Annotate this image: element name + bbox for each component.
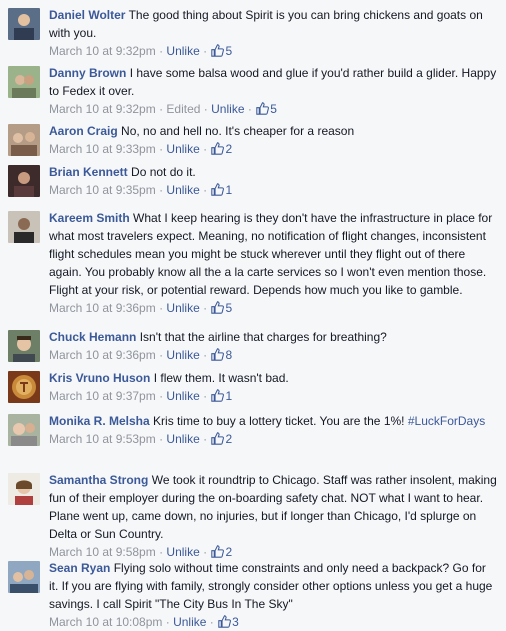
like-count[interactable]: 1 <box>210 183 232 197</box>
separator: · <box>159 348 164 362</box>
comment-meta: March 10 at 9:36pm · Unlike · 5 <box>49 299 498 317</box>
timestamp[interactable]: March 10 at 9:58pm <box>49 545 156 559</box>
like-count[interactable]: 1 <box>210 389 232 403</box>
timestamp[interactable]: March 10 at 10:08pm <box>49 615 162 629</box>
separator: · <box>203 142 208 156</box>
avatar[interactable] <box>8 561 40 593</box>
comment-text: I flew them. It wasn't bad. <box>153 371 289 385</box>
comment-text: Isn't that the airline that charges for … <box>139 330 387 344</box>
comment-meta: March 10 at 9:37pm · Unlike · 1 <box>49 387 498 405</box>
unlike-link[interactable]: Unlike <box>166 545 199 559</box>
timestamp[interactable]: March 10 at 9:53pm <box>49 432 156 446</box>
unlike-link[interactable]: Unlike <box>173 615 206 629</box>
separator: · <box>203 545 208 559</box>
unlike-link[interactable]: Unlike <box>166 432 199 446</box>
thumbs-up-icon <box>256 102 270 115</box>
comment-text: No, no and hell no. It's cheaper for a r… <box>121 124 355 138</box>
avatar[interactable] <box>8 66 40 98</box>
avatar[interactable] <box>8 473 40 505</box>
timestamp[interactable]: March 10 at 9:35pm <box>49 183 156 197</box>
separator: · <box>159 183 164 197</box>
separator: · <box>159 142 164 156</box>
hashtag-link[interactable]: #LuckForDays <box>408 414 485 428</box>
avatar[interactable] <box>8 371 40 403</box>
like-count[interactable]: 5 <box>255 102 277 116</box>
separator: · <box>209 615 214 629</box>
thumbs-up-icon <box>211 44 225 57</box>
commenter-name[interactable]: Chuck Hemann <box>49 330 136 344</box>
avatar[interactable] <box>8 330 40 362</box>
comment-meta: March 10 at 9:33pm · Unlike · 2 <box>49 140 498 158</box>
like-count[interactable]: 2 <box>210 142 232 156</box>
like-count[interactable]: 8 <box>210 348 232 362</box>
unlike-link[interactable]: Unlike <box>166 348 199 362</box>
separator: · <box>203 102 208 116</box>
timestamp[interactable]: March 10 at 9:36pm <box>49 348 156 362</box>
separator: · <box>159 301 164 315</box>
timestamp[interactable]: March 10 at 9:36pm <box>49 301 156 315</box>
separator: · <box>159 102 164 116</box>
thumbs-up-icon <box>218 615 232 628</box>
commenter-name[interactable]: Brian Kennett <box>49 165 128 179</box>
commenter-name[interactable]: Daniel Wolter <box>49 8 125 22</box>
thumbs-up-icon <box>211 389 225 402</box>
separator: · <box>203 183 208 197</box>
separator: · <box>203 432 208 446</box>
separator: · <box>203 44 208 58</box>
separator: · <box>159 389 164 403</box>
commenter-name[interactable]: Monika R. Melsha <box>49 414 150 428</box>
unlike-link[interactable]: Unlike <box>166 301 199 315</box>
comment-text: Kris time to buy a lottery ticket. You a… <box>153 414 405 428</box>
avatar[interactable] <box>8 414 40 446</box>
separator: · <box>247 102 252 116</box>
avatar[interactable] <box>8 211 40 243</box>
commenter-name[interactable]: Danny Brown <box>49 66 126 80</box>
comment-meta: March 10 at 9:53pm · Unlike · 2 <box>49 430 498 448</box>
unlike-link[interactable]: Unlike <box>211 102 244 116</box>
comment-meta: March 10 at 9:36pm · Unlike · 8 <box>49 346 498 364</box>
separator: · <box>159 545 164 559</box>
separator: · <box>159 432 164 446</box>
thumbs-up-icon <box>211 142 225 155</box>
separator: · <box>203 348 208 362</box>
like-count[interactable]: 2 <box>210 545 232 559</box>
timestamp[interactable]: March 10 at 9:37pm <box>49 389 156 403</box>
separator: · <box>165 615 170 629</box>
unlike-link[interactable]: Unlike <box>166 44 199 58</box>
like-count[interactable]: 2 <box>210 432 232 446</box>
separator: · <box>159 44 164 58</box>
commenter-name[interactable]: Samantha Strong <box>49 473 148 487</box>
thumbs-up-icon <box>211 432 225 445</box>
like-count[interactable]: 5 <box>210 44 232 58</box>
commenter-name[interactable]: Kris Vruno Huson <box>49 371 150 385</box>
commenter-name[interactable]: Kareem Smith <box>49 211 130 225</box>
commenter-name[interactable]: Aaron Craig <box>49 124 118 138</box>
comment-meta: March 10 at 9:32pm · Edited · Unlike · 5 <box>49 100 498 118</box>
comment-meta: March 10 at 9:32pm · Unlike · 5 <box>49 42 498 60</box>
thumbs-up-icon <box>211 301 225 314</box>
avatar[interactable] <box>8 124 40 156</box>
like-count[interactable]: 3 <box>217 615 239 629</box>
timestamp[interactable]: March 10 at 9:33pm <box>49 142 156 156</box>
comment-meta: March 10 at 9:35pm · Unlike · 1 <box>49 181 498 199</box>
thumbs-up-icon <box>211 183 225 196</box>
thumbs-up-icon <box>211 545 225 558</box>
edited-label[interactable]: Edited <box>166 102 200 116</box>
commenter-name[interactable]: Sean Ryan <box>49 561 110 575</box>
timestamp[interactable]: March 10 at 9:32pm <box>49 102 156 116</box>
comment-text: Do not do it. <box>131 165 196 179</box>
separator: · <box>203 301 208 315</box>
timestamp[interactable]: March 10 at 9:32pm <box>49 44 156 58</box>
unlike-link[interactable]: Unlike <box>166 389 199 403</box>
avatar[interactable] <box>8 165 40 197</box>
avatar[interactable] <box>8 8 40 40</box>
thumbs-up-icon <box>211 348 225 361</box>
separator: · <box>203 389 208 403</box>
comment-text: Flying solo without time constraints and… <box>49 561 493 611</box>
like-count[interactable]: 5 <box>210 301 232 315</box>
unlike-link[interactable]: Unlike <box>166 142 199 156</box>
comment-meta: March 10 at 10:08pm · Unlike · 3 <box>49 613 498 631</box>
unlike-link[interactable]: Unlike <box>166 183 199 197</box>
